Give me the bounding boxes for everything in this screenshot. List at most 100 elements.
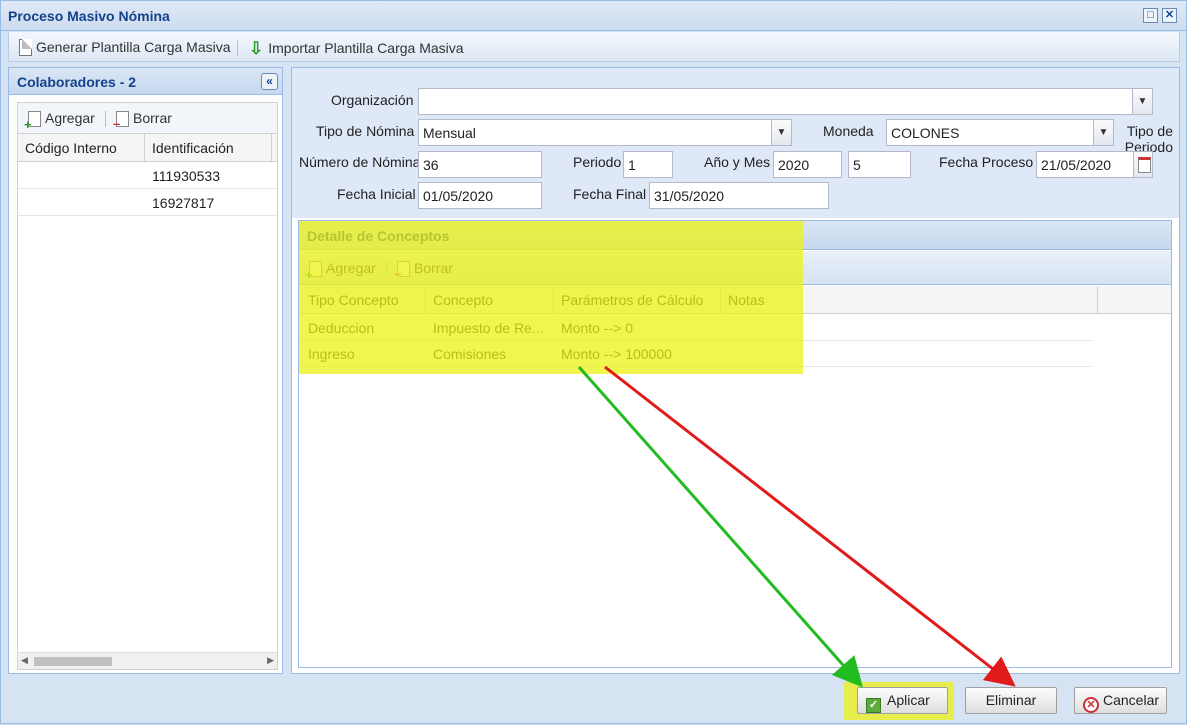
numero-nomina-label: Número de Nómina	[299, 154, 421, 170]
table-row[interactable]: Deduccion Impuesto de Re... Monto --> 0	[299, 315, 1092, 341]
document-icon	[19, 39, 32, 56]
concepts-add-button[interactable]: Agregar	[305, 260, 376, 282]
cell-tipo-concepto: Ingreso	[308, 346, 355, 362]
numero-nomina-value: 36	[423, 157, 439, 173]
moneda-label: Moneda	[823, 123, 874, 139]
cell-notas	[721, 341, 1092, 367]
fecha-proceso-label: Fecha Proceso	[939, 154, 1034, 170]
generate-template-label: Generar Plantilla Carga Masiva	[36, 39, 231, 55]
concepts-add-label: Agregar	[326, 260, 376, 276]
cancel-button[interactable]: ✕ Cancelar	[1074, 687, 1167, 714]
moneda-combo[interactable]: COLONES ▼	[886, 119, 1114, 146]
column-header-identificacion[interactable]: Identificación	[145, 134, 272, 162]
mass-payroll-window: Proceso Masivo Nómina □ ✕ Generar Planti…	[0, 0, 1187, 724]
organizacion-combo[interactable]: ▼	[418, 88, 1153, 115]
horizontal-scrollbar[interactable]: ◀ ▶	[18, 652, 277, 669]
delete-document-icon	[394, 261, 410, 281]
cell-codigo	[18, 163, 145, 189]
toolbar-separator	[386, 261, 387, 277]
periodo-value: 1	[628, 157, 636, 173]
collaborators-grid: Agregar Borrar Código Interno Identifica…	[17, 102, 278, 670]
cell-identificacion: 111930533	[152, 168, 220, 184]
check-icon: ✓	[866, 698, 881, 713]
chevron-down-icon[interactable]: ▼	[1132, 89, 1152, 114]
scrollbar-thumb[interactable]	[34, 657, 112, 666]
concepts-toolbar: Agregar Borrar	[299, 251, 1171, 285]
column-header-parametros[interactable]: Parámetros de Cálculo	[554, 286, 721, 314]
generate-template-button[interactable]: Generar Plantilla Carga Masiva	[19, 39, 231, 56]
fecha-final-label: Fecha Final	[573, 186, 647, 202]
column-header-tipo-concepto[interactable]: Tipo Concepto	[299, 286, 426, 314]
delete-label: Eliminar	[985, 692, 1037, 708]
add-document-icon	[305, 261, 322, 282]
anio-field[interactable]: 2020	[773, 151, 842, 178]
collapse-icon[interactable]: «	[261, 73, 278, 90]
calendar-icon[interactable]	[1133, 152, 1152, 177]
column-header-codigo[interactable]: Código Interno	[18, 134, 145, 162]
periodo-label: Periodo	[573, 154, 622, 170]
cell-notas	[721, 315, 1092, 341]
payroll-form: Organización ▼ Tipo de Nómina Mensual ▼ …	[292, 68, 1179, 218]
fecha-final-field[interactable]: 31/05/2020	[649, 182, 829, 209]
collaborators-add-label: Agregar	[45, 110, 95, 126]
cell-identificacion: 16927817	[152, 195, 215, 211]
tipo-nomina-label: Tipo de Nómina	[316, 123, 415, 139]
fecha-proceso-field[interactable]: 21/05/2020	[1036, 151, 1153, 178]
delete-button[interactable]: Eliminar	[965, 687, 1057, 714]
table-row[interactable]: Ingreso Comisiones Monto --> 100000	[299, 341, 1092, 367]
fecha-inicial-label: Fecha Inicial	[337, 186, 416, 202]
collaborators-add-button[interactable]: Agregar	[24, 110, 95, 132]
concepts-panel: Detalle de Conceptos Agregar Borrar Tipo…	[298, 220, 1172, 668]
cancel-icon: ✕	[1083, 697, 1099, 713]
apply-label: Aplicar	[887, 692, 930, 708]
concepts-grid-header: Tipo Concepto Concepto Parámetros de Cál…	[299, 286, 1171, 314]
close-icon[interactable]: ✕	[1162, 8, 1177, 23]
collaborators-panel: Colaboradores - 2 « Agregar Borrar Códig…	[8, 67, 283, 674]
concepts-title: Detalle de Conceptos	[307, 228, 450, 244]
collaborators-delete-button[interactable]: Borrar	[113, 110, 172, 131]
tipo-nomina-combo[interactable]: Mensual ▼	[418, 119, 792, 146]
scroll-left-icon[interactable]: ◀	[21, 655, 28, 666]
cell-concepto: Impuesto de Re...	[433, 320, 544, 336]
window-titlebar: Proceso Masivo Nómina □ ✕	[1, 1, 1186, 31]
cell-concepto: Comisiones	[433, 346, 507, 362]
collaborators-title: Colaboradores - 2	[17, 74, 137, 90]
maximize-icon[interactable]: □	[1143, 8, 1158, 23]
fecha-inicial-field[interactable]: 01/05/2020	[418, 182, 542, 209]
mes-value: 5	[853, 157, 861, 173]
numero-nomina-field[interactable]: 36	[418, 151, 542, 178]
concepts-header: Detalle de Conceptos	[299, 221, 1171, 250]
cancel-label: Cancelar	[1103, 692, 1160, 708]
chevron-down-icon[interactable]: ▼	[1093, 120, 1113, 145]
table-row[interactable]: 16927817	[18, 190, 277, 216]
download-arrow-icon: ⇩	[249, 39, 264, 58]
cell-parametros: Monto --> 0	[561, 320, 633, 336]
moneda-value: COLONES	[891, 125, 960, 141]
main-toolbar: Generar Plantilla Carga Masiva ⇩ Importar…	[8, 32, 1180, 62]
import-template-button[interactable]: ⇩ Importar Plantilla Carga Masiva	[249, 39, 464, 59]
collaborators-grid-header: Código Interno Identificación	[18, 134, 277, 162]
column-header-concepto[interactable]: Concepto	[426, 286, 554, 314]
cell-parametros: Monto --> 100000	[561, 346, 672, 362]
chevron-down-icon[interactable]: ▼	[771, 120, 791, 145]
scroll-right-icon[interactable]: ▶	[267, 655, 274, 666]
import-template-label: Importar Plantilla Carga Masiva	[268, 40, 464, 56]
toolbar-separator	[105, 111, 106, 127]
mes-field[interactable]: 5	[848, 151, 911, 178]
column-header-notas[interactable]: Notas	[721, 286, 1098, 314]
delete-document-icon	[113, 111, 129, 131]
toolbar-separator	[237, 40, 238, 56]
apply-button[interactable]: ✓ Aplicar	[857, 687, 948, 714]
collaborators-toolbar: Agregar Borrar	[18, 103, 277, 134]
add-document-icon	[24, 111, 41, 132]
cell-tipo-concepto: Deduccion	[308, 320, 375, 336]
table-row[interactable]: 111930533	[18, 163, 277, 189]
collaborators-header: Colaboradores - 2 «	[9, 68, 282, 95]
organizacion-label: Organización	[331, 92, 414, 108]
periodo-field[interactable]: 1	[623, 151, 673, 178]
collaborators-delete-label: Borrar	[133, 110, 172, 126]
concepts-delete-button[interactable]: Borrar	[394, 260, 453, 281]
main-panel: Organización ▼ Tipo de Nómina Mensual ▼ …	[291, 67, 1180, 674]
cell-codigo	[18, 190, 145, 216]
anio-mes-label: Año y Mes	[704, 154, 771, 170]
